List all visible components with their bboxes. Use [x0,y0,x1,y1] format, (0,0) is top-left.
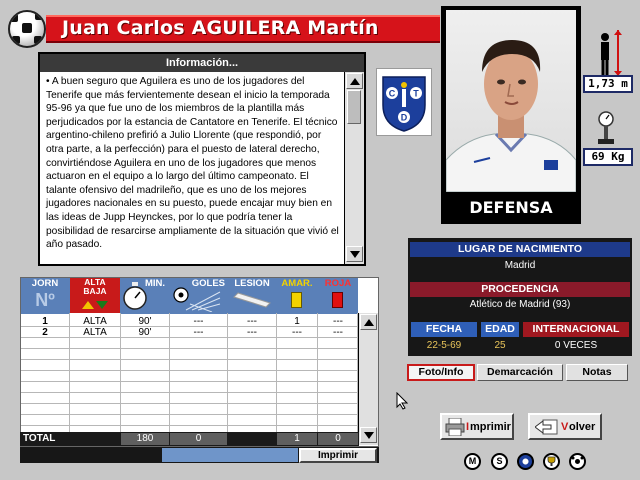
total-goles: 0 [170,433,227,445]
procedencia-label: PROCEDENCIA [410,282,630,297]
stats-scroll-down-button[interactable] [360,427,377,443]
height-ruler-icon [614,30,622,76]
scroll-down-button[interactable] [346,246,363,262]
row-alta: ALTA [83,327,107,338]
printer-icon [445,418,465,436]
stretcher-icon [233,292,271,308]
col-jorn-sub: Nº [35,290,55,310]
back-button-first-letter: V [561,421,569,433]
info-text: • A buen seguro que Aguilera es uno de l… [40,72,344,264]
tab-foto-info[interactable]: Foto/Info [407,364,475,381]
col-goles: GOLES [170,278,227,314]
scroll-up-button[interactable] [346,73,363,89]
row-min: 90' [138,327,152,338]
col-roja: ROJA [318,278,358,314]
col-alta-baja: ALTA BAJA [70,278,120,313]
back-button[interactable]: V olver [528,413,602,440]
back-button-label: olver [569,421,596,433]
info-title: Información... [40,54,364,72]
row-roja: --- [333,327,343,338]
internacional-value: 0 VECES [554,340,598,351]
col-alta-baja-label: ALTA BAJA [83,277,107,296]
edad-label: EDAD [481,322,519,337]
col-amar: AMAR. [277,278,317,314]
height-icon [598,32,612,76]
col-jorn: JORN Nº [21,278,69,314]
menu-icon[interactable]: M [464,453,481,470]
procedencia-value: Atlético de Madrid (93) [469,299,571,310]
football-icon [8,10,46,48]
ball-icon[interactable] [569,453,586,470]
col-lesion: LESION [228,278,276,314]
sound-icon[interactable]: S [491,453,508,470]
row-jorn: 1 [42,316,48,327]
grid-row-line [21,392,358,393]
weight-value: 69 Kg [583,148,633,166]
total-min: 180 [121,433,169,445]
tab-demarcacion[interactable]: Demarcación [477,364,563,381]
stopwatch-icon [123,282,147,310]
total-label: TOTAL [23,433,56,444]
goal-net-icon [173,287,221,312]
club-crest: C T D [376,68,432,136]
scale-icon [596,111,616,147]
grid-row-line [21,403,358,404]
stats-scrollbar[interactable] [358,313,378,445]
trophy-icon[interactable] [543,453,560,470]
grid-row-line [21,370,358,371]
row-min: 90' [138,316,152,327]
row-goles: --- [193,327,204,338]
player-name: Juan Carlos AGUILERA Martín [62,17,379,39]
col-min: MIN. [121,278,169,314]
internacional-label: INTERNACIONAL [523,322,629,337]
stats-scroll-up-button[interactable] [360,314,377,330]
col-roja-label: ROJA [324,278,352,289]
print-button-first-letter: I [466,421,470,433]
info-scrollbar[interactable] [344,72,364,264]
col-amar-label: AMAR. [281,278,313,289]
grid-row-line [21,359,358,360]
height-value: 1,73 m [583,75,633,93]
globe-icon[interactable] [517,453,534,470]
scroll-thumb[interactable] [347,90,361,124]
alta-baja-arrows-icon [82,301,108,309]
crest-letter-d: D [401,113,408,123]
table-print-button[interactable]: Imprimir [299,448,377,463]
row-roja: --- [333,316,343,327]
crest-letter-t: T [413,89,419,99]
row-jorn: 2 [42,327,48,338]
total-roja: 0 [318,433,358,445]
row-amar: --- [292,327,302,338]
back-arrow-icon [535,419,558,435]
birthplace-value: Madrid [504,260,536,271]
print-bar-accent [162,448,298,462]
position-label: DEFENSA [469,198,553,217]
birthplace-label: LUGAR DE NACIMIENTO [410,242,630,257]
col-lesion-label: LESION [234,278,270,289]
total-amar: 1 [277,433,317,445]
row-amar: 1 [294,316,300,327]
grid-row-line [21,348,358,349]
tab-notas[interactable]: Notas [566,364,628,381]
red-card-icon [332,292,343,308]
fecha-label: FECHA [411,322,477,337]
yellow-card-icon [291,292,302,308]
row-goles: --- [193,316,204,327]
print-button-label: mprimir [470,421,511,433]
row-lesion: --- [247,327,257,338]
edad-value: 25 [494,340,506,351]
player-photo [446,10,576,192]
grid-row-line [21,381,358,382]
grid-row-line [21,414,358,415]
mouse-cursor-icon [396,391,409,410]
grid-row-line [21,425,358,426]
row-alta: ALTA [83,316,107,327]
row-lesion: --- [247,316,257,327]
print-button[interactable]: I mprimir [440,413,514,440]
crest-letter-c: C [389,89,396,99]
col-jorn-label: JORN [31,278,59,289]
fecha-value: 22-5-69 [426,340,462,351]
